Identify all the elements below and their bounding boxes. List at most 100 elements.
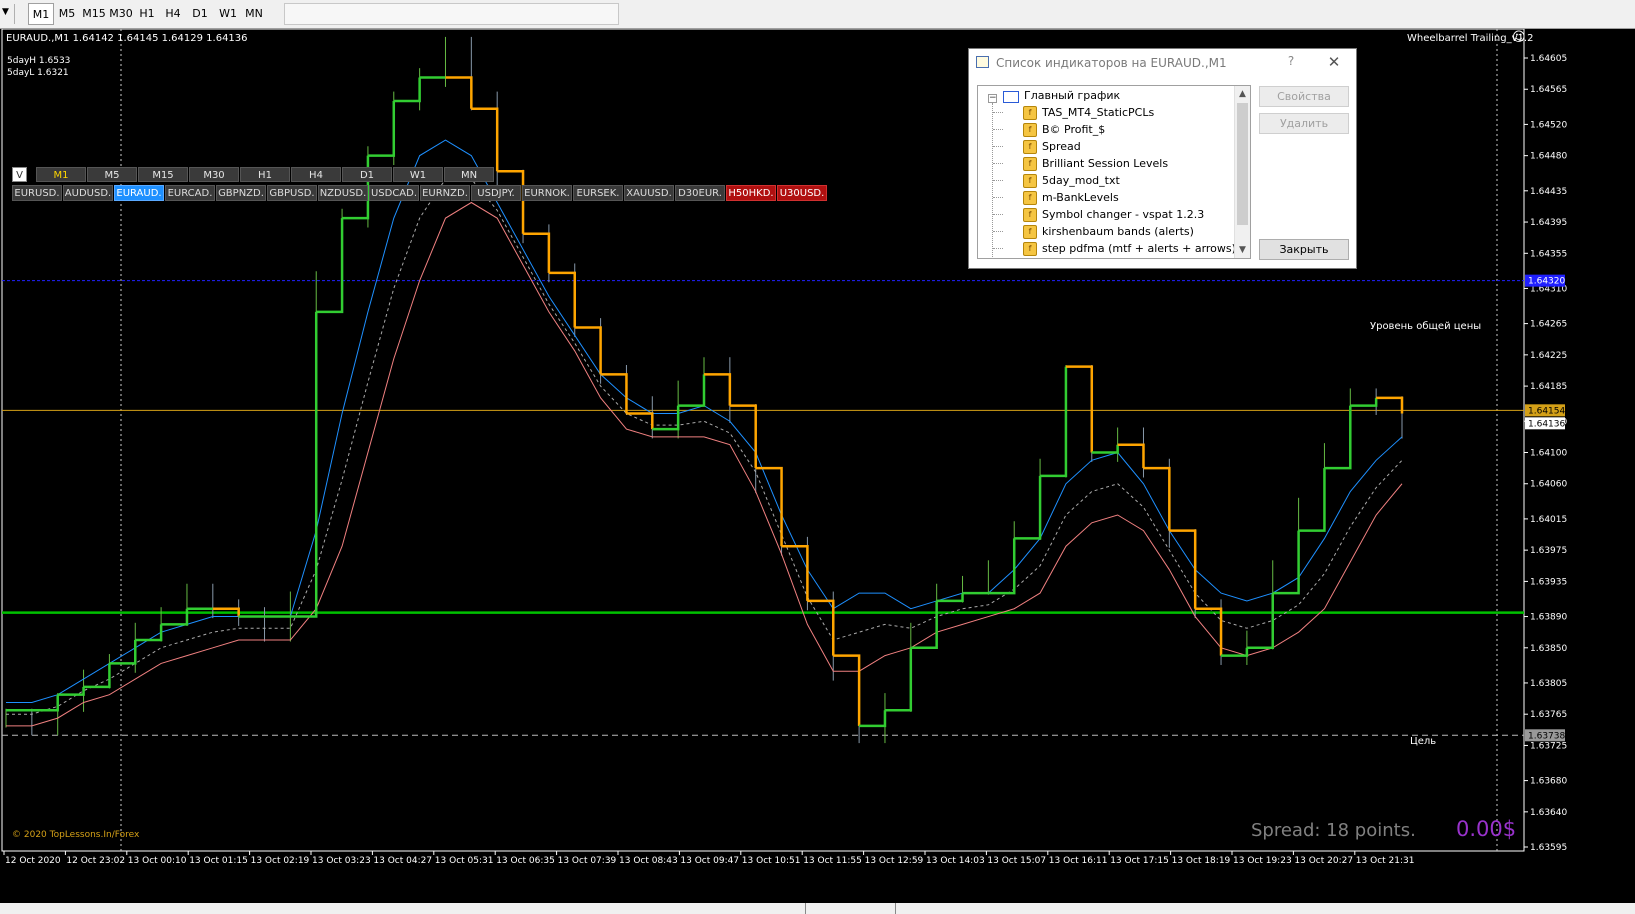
tree-connector <box>993 163 1003 164</box>
step-ma-segment <box>1014 475 1042 540</box>
indicator-item[interactable]: f Spread <box>978 138 1228 155</box>
sc-symbol-button-red[interactable]: H50HKD. <box>726 185 776 201</box>
custom-indicator-icon: f <box>1023 140 1037 154</box>
step-ma-segment <box>367 100 396 157</box>
smiley-icon: ☺ <box>1512 30 1526 45</box>
step-ma-segment <box>135 624 163 642</box>
sc-symbol-button[interactable]: EURCAD. <box>165 185 215 201</box>
sc-tf-m1[interactable]: M1 <box>36 167 86 182</box>
indicator-item[interactable]: f B© Profit_$ <box>978 121 1228 138</box>
indicator-item[interactable]: f TAS_MT4_StaticPCLs <box>978 104 1228 121</box>
sc-tf-d1[interactable]: D1 <box>342 167 392 182</box>
tree-root[interactable]: − Главный график <box>978 87 1228 104</box>
y-axis-label: 1.63975 <box>1530 546 1567 556</box>
indicator-label: TAS_MT4_StaticPCLs <box>1042 106 1155 119</box>
five-day-high: 5dayH 1.6533 <box>7 56 71 66</box>
sc-symbol-button[interactable]: USDJPY. <box>471 185 521 201</box>
step-ma-segment <box>1272 530 1300 595</box>
delete-button[interactable]: Удалить <box>1259 113 1349 134</box>
sc-tf-mn[interactable]: MN <box>444 167 494 182</box>
sc-tf-h4[interactable]: H4 <box>291 167 341 182</box>
custom-indicator-icon: f <box>1023 157 1037 171</box>
y-axis-label: 1.64435 <box>1530 187 1567 197</box>
scroll-down-icon[interactable]: ▼ <box>1235 242 1250 258</box>
price-chart[interactable]: 1.64605 1.64565 1.64520 1.64480 1.64435 1.643… <box>0 29 1635 903</box>
tf-button-d1[interactable]: D1 <box>190 3 210 25</box>
step-ma-segment <box>1169 529 1197 609</box>
toolbar-empty-area <box>284 3 619 25</box>
custom-indicator-icon: f <box>1023 208 1037 222</box>
tree-scrollbar[interactable]: ▲ ▼ <box>1234 86 1250 258</box>
tree-connector <box>993 214 1003 215</box>
sc-symbol-button[interactable]: USDCAD. <box>369 185 419 201</box>
tf-button-mn[interactable]: MN <box>243 3 265 25</box>
sc-tf-m15[interactable]: M15 <box>138 167 188 182</box>
sc-symbol-button[interactable]: XAUUSD. <box>624 185 674 201</box>
indicator-item[interactable]: f kirshenbaum bands (alerts) <box>978 223 1228 240</box>
indicator-item[interactable]: f m-BankLevels <box>978 189 1228 206</box>
x-axis-label: 13 Oct 02:19 <box>251 856 310 866</box>
x-axis-label: 13 Oct 21:31 <box>1356 856 1415 866</box>
sc-tf-m5[interactable]: M5 <box>87 167 137 182</box>
custom-indicator-icon: f <box>1023 191 1037 205</box>
y-axis-label: 1.64355 <box>1530 249 1567 259</box>
tree-connector <box>993 180 1003 181</box>
tf-button-m30[interactable]: M30 <box>109 3 133 25</box>
step-ma-segment <box>1324 405 1352 470</box>
sc-tf-h1[interactable]: H1 <box>240 167 290 182</box>
sc-symbol-button[interactable]: EURNZD. <box>420 185 470 201</box>
step-ma-segment <box>83 663 111 689</box>
x-axis-label: 13 Oct 01:15 <box>189 856 248 866</box>
step-ma-segment <box>316 218 344 314</box>
sc-symbol-button[interactable]: EURNOK. <box>522 185 572 201</box>
sc-symbol-button[interactable]: NZDUSD. <box>318 185 368 201</box>
price-axis-label: 1.64320 <box>1528 277 1565 287</box>
sc-symbol-button[interactable]: EURUSD. <box>12 185 62 201</box>
help-button[interactable]: ? <box>1281 54 1301 72</box>
scroll-thumb[interactable] <box>1237 103 1248 225</box>
collapse-icon[interactable]: − <box>988 94 997 103</box>
x-axis-label: 13 Oct 15:07 <box>987 856 1046 866</box>
indicator-item[interactable]: f 5day_mod_txt <box>978 172 1228 189</box>
x-axis-label: 12 Oct 23:02 <box>66 856 125 866</box>
indicator-tree[interactable]: − Главный график f TAS_MT4_StaticPCLs f B© … <box>977 85 1251 259</box>
y-axis-label: 1.64395 <box>1530 218 1567 228</box>
tf-button-m1[interactable]: M1 <box>28 3 54 25</box>
chart-canvas[interactable]: 1.64605 1.64565 1.64520 1.64480 1.64435 1.643… <box>0 29 1635 903</box>
x-axis-label: 13 Oct 12:59 <box>865 856 924 866</box>
custom-indicator-icon: f <box>1023 106 1037 120</box>
sc-symbol-button-active[interactable]: EURAUD. <box>114 185 164 201</box>
symbol-changer-toggle[interactable]: V <box>12 167 27 182</box>
tf-button-h1[interactable]: H1 <box>137 3 157 25</box>
indicator-label: step pdfma (mtf + alerts + arrows) <box>1042 242 1236 255</box>
tf-button-m5[interactable]: M5 <box>56 3 78 25</box>
dialog-titlebar[interactable]: Список индикаторов на EURAUD.,M1 ? ✕ <box>969 49 1356 77</box>
sc-symbol-button-red[interactable]: U30USD. <box>777 185 827 201</box>
sc-symbol-button[interactable]: GBPNZD. <box>216 185 266 201</box>
sc-tf-m30[interactable]: M30 <box>189 167 239 182</box>
sc-tf-w1[interactable]: W1 <box>393 167 443 182</box>
indicator-label: Symbol changer - vspat 1.2.3 <box>1042 208 1205 221</box>
custom-indicator-icon: f <box>1023 174 1037 188</box>
sc-symbol-button[interactable]: AUDUSD. <box>63 185 113 201</box>
step-ma-segment <box>626 412 654 430</box>
indicator-item[interactable]: f Symbol changer - vspat 1.2.3 <box>978 206 1228 223</box>
toolbar-dropdown-icon[interactable]: ▼ <box>2 7 9 17</box>
sc-symbol-button[interactable]: GBPUSD. <box>267 185 317 201</box>
properties-button[interactable]: Свойства <box>1259 86 1349 107</box>
close-icon[interactable]: ✕ <box>1323 53 1345 73</box>
sc-symbol-button[interactable]: D30EUR. <box>675 185 725 201</box>
tf-button-m15[interactable]: M15 <box>82 3 106 25</box>
indicator-item[interactable]: f Brilliant Session Levels <box>978 155 1228 172</box>
close-button[interactable]: Закрыть <box>1259 239 1349 260</box>
y-axis-label: 1.64480 <box>1530 152 1567 162</box>
indicator-label: kirshenbaum bands (alerts) <box>1042 225 1194 238</box>
step-ma-segment <box>1376 396 1404 414</box>
scroll-up-icon[interactable]: ▲ <box>1235 86 1250 102</box>
tf-button-w1[interactable]: W1 <box>217 3 239 25</box>
tf-button-h4[interactable]: H4 <box>163 3 183 25</box>
sc-symbol-button[interactable]: EURSEK. <box>573 185 623 201</box>
tree-root-label: Главный график <box>1024 89 1121 102</box>
indicator-item[interactable]: f step pdfma (mtf + alerts + arrows) <box>978 240 1236 257</box>
chart-header: EURAUD.,M1 1.64142 1.64145 1.64129 1.641… <box>6 33 248 44</box>
